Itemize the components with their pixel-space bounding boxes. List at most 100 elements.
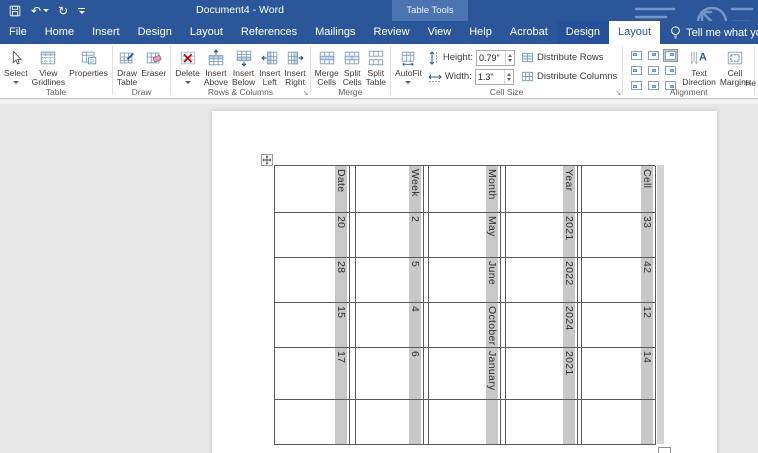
cell-text: Date	[335, 169, 347, 212]
tab-insert[interactable]: Insert	[83, 21, 129, 44]
tell-me-label: Tell me what you want to do	[686, 27, 758, 39]
height-spinner[interactable]	[505, 51, 514, 65]
row-end-selection-strip	[657, 165, 664, 444]
table-cell[interactable]	[429, 400, 501, 445]
cell-text: Week	[409, 169, 421, 212]
eraser-button[interactable]: Eraser	[139, 46, 168, 88]
table-cell[interactable]: 2021	[506, 348, 578, 400]
draw-table-button[interactable]: Draw Table	[115, 46, 139, 88]
split-table-button[interactable]: Split Table	[364, 46, 388, 88]
table-cell[interactable]: 6	[356, 348, 424, 400]
table-cell[interactable]: 5	[356, 258, 424, 303]
table-cell[interactable]: 42	[582, 258, 656, 303]
autofit-icon	[399, 48, 417, 68]
column-width-input[interactable]	[475, 69, 514, 85]
table-cell[interactable]	[582, 400, 656, 445]
distribute-columns-button[interactable]: Distribute Columns	[521, 68, 617, 85]
align-top-right-button[interactable]	[663, 49, 678, 62]
undo-icon[interactable]: ↶	[31, 5, 49, 17]
tab-file[interactable]: File	[0, 21, 36, 44]
tab-layout[interactable]: Layout	[181, 21, 232, 44]
row-height-input[interactable]	[476, 50, 515, 66]
split-table-icon	[367, 48, 385, 68]
table-resize-handle[interactable]	[658, 447, 671, 453]
cell-selection-band: 33	[641, 213, 653, 257]
tab-mailings[interactable]: Mailings	[306, 21, 364, 44]
tab-help[interactable]: Help	[460, 21, 501, 44]
tab-design[interactable]: Design	[129, 21, 181, 44]
table-cell[interactable]: 15	[275, 303, 350, 348]
insert-above-button[interactable]: Insert Above	[202, 46, 230, 88]
cell-text: 14	[641, 351, 653, 399]
tell-me-box[interactable]: Tell me what you want to do	[662, 21, 758, 44]
align-top-left-button[interactable]	[629, 49, 644, 62]
merge-cells-icon	[318, 48, 336, 68]
tab-view[interactable]: View	[419, 21, 461, 44]
table-move-handle[interactable]	[261, 153, 273, 171]
align-center-left-button[interactable]	[629, 64, 644, 77]
table-cell[interactable]: 2024	[506, 303, 578, 348]
table-cell[interactable]: 20	[275, 213, 350, 258]
align-center-right-button[interactable]	[663, 64, 678, 77]
insert-right-button[interactable]: Insert Right	[282, 46, 307, 88]
table-cell[interactable]: Week	[356, 166, 424, 213]
properties-button[interactable]: Properties	[67, 46, 110, 88]
tab-references[interactable]: References	[232, 21, 306, 44]
table-cell[interactable]: 17	[275, 348, 350, 400]
delete-button[interactable]: Delete	[173, 46, 202, 88]
cell-selection-band: January	[486, 348, 498, 399]
table-cell[interactable]: 12	[582, 303, 656, 348]
document-page[interactable]: Date Week Month Year Cell 20 2 May 2021 …	[212, 111, 717, 453]
table-cell[interactable]: October	[429, 303, 501, 348]
cell-text: 12	[641, 306, 653, 347]
cell-selection-band: May	[486, 213, 498, 257]
table-cell[interactable]: 4	[356, 303, 424, 348]
column-width-icon	[428, 71, 442, 83]
text-direction-button[interactable]: A Text Direction	[680, 46, 718, 88]
delete-table-icon	[179, 48, 197, 68]
tab-review[interactable]: Review	[365, 21, 419, 44]
table-cell[interactable]: January	[429, 348, 501, 400]
table-cell[interactable]	[506, 400, 578, 445]
cell-selection-band: Cell	[641, 166, 653, 212]
cell-selection-band: 15	[335, 303, 347, 347]
insert-left-button[interactable]: Insert Left	[257, 46, 282, 88]
redo-icon[interactable]: ↻	[58, 5, 68, 17]
cell-selection-band: October	[486, 303, 498, 347]
table-cell[interactable]: Cell	[582, 166, 656, 213]
table-cell[interactable]: 14	[582, 348, 656, 400]
align-top-center-button[interactable]	[646, 49, 661, 62]
align-center-button[interactable]	[646, 64, 661, 77]
cell-text: 6	[409, 351, 421, 399]
table-cell[interactable]	[275, 400, 350, 445]
text-direction-icon: A	[689, 48, 709, 68]
tab-tabletools-design[interactable]: Design	[557, 21, 609, 44]
tab-tabletools-layout[interactable]: Layout	[609, 21, 660, 44]
table-cell[interactable]: 28	[275, 258, 350, 303]
save-icon[interactable]	[8, 4, 22, 18]
width-spinner[interactable]	[504, 70, 513, 84]
cell-text: 17	[335, 351, 347, 399]
table-cell[interactable]: Year	[506, 166, 578, 213]
table-cell[interactable]: 2	[356, 213, 424, 258]
undo-dropdown-caret[interactable]	[43, 9, 49, 12]
table-cell[interactable]: Month	[429, 166, 501, 213]
view-gridlines-button[interactable]: View Gridlines	[30, 46, 68, 88]
customize-qat-icon[interactable]	[77, 8, 85, 14]
autofit-button[interactable]: AutoFit	[393, 46, 424, 88]
table-cell[interactable]: 2022	[506, 258, 578, 303]
distribute-rows-button[interactable]: Distribute Rows	[521, 49, 617, 66]
table-cell[interactable]: Date	[275, 166, 350, 213]
tab-home[interactable]: Home	[36, 21, 83, 44]
merge-cells-button[interactable]: Merge Cells	[313, 46, 341, 88]
table-cell[interactable]: June	[429, 258, 501, 303]
table-cell[interactable]: 33	[582, 213, 656, 258]
group-alignment: A Text Direction Cell Margins Alignment	[623, 44, 754, 98]
select-button[interactable]: Select	[2, 46, 30, 88]
insert-below-button[interactable]: Insert Below	[230, 46, 257, 88]
table-cell[interactable]: 2021	[506, 213, 578, 258]
tab-acrobat[interactable]: Acrobat	[501, 21, 557, 44]
table-cell[interactable]	[356, 400, 424, 445]
table-cell[interactable]: May	[429, 213, 501, 258]
split-cells-button[interactable]: Split Cells	[341, 46, 364, 88]
